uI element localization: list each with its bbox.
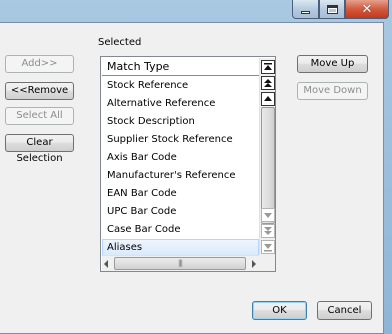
maximize-icon [326,4,338,14]
close-icon: ✕ [361,1,373,17]
list-rows: Stock Reference Alternative Reference St… [102,77,259,257]
scroll-down-button[interactable] [261,208,275,222]
arrow-bottom-icon [264,244,272,252]
list-item[interactable]: Alternative Reference [102,95,259,113]
double-arrow-up-icon [264,79,272,87]
list-item[interactable]: Case Bar Code [102,221,259,239]
title-bar: ✕ [0,0,392,22]
scroll-right-arrow-icon[interactable] [252,260,256,268]
double-arrow-down-icon [264,227,272,235]
selected-group-label: Selected [98,37,142,48]
cancel-button[interactable]: Cancel [317,301,372,320]
horizontal-scrollbar[interactable]: ||| [102,255,259,271]
add-button[interactable]: Add>> [5,55,74,73]
list-item[interactable]: Stock Description [102,113,259,131]
scroll-up-button[interactable] [261,92,275,106]
scroll-top-button[interactable] [261,60,275,74]
close-button[interactable]: ✕ [345,0,389,19]
list-item[interactable]: Manufacturer's Reference [102,167,259,185]
scroll-page-up-button[interactable] [261,76,275,90]
arrow-top-icon [264,63,272,70]
horizontal-scrollbar-thumb[interactable]: ||| [114,257,246,270]
maximize-button[interactable] [319,0,345,19]
list-header-match-type[interactable]: Match Type [102,58,259,76]
clear-selection-button[interactable]: Clear Selection [5,134,74,164]
scrollbar-thumb[interactable] [261,107,275,224]
minimize-icon [301,10,310,14]
scroll-left-arrow-icon[interactable] [104,260,108,268]
window-frame: ✕ Add>> <<Remove Select All Clear Select… [0,0,392,334]
scroll-bottom-button[interactable] [261,240,275,254]
arrow-down-icon [264,213,272,218]
move-down-button[interactable]: Move Down [297,82,368,100]
minimize-button[interactable] [292,0,319,19]
arrow-up-icon [264,96,272,101]
scrollbar-corner [259,255,275,271]
selected-list[interactable]: Match Type Stock Reference Alternative R… [100,56,276,272]
move-up-button[interactable]: Move Up [297,55,368,73]
list-item[interactable]: Stock Reference [102,77,259,95]
vertical-scrollbar[interactable] [259,58,275,255]
list-item[interactable]: Axis Bar Code [102,149,259,167]
list-item[interactable]: UPC Bar Code [102,203,259,221]
ok-button[interactable]: OK [252,301,307,320]
list-item[interactable]: EAN Bar Code [102,185,259,203]
list-item[interactable]: Supplier Stock Reference [102,131,259,149]
remove-button[interactable]: <<Remove [5,82,74,100]
select-all-button[interactable]: Select All [5,107,74,125]
scroll-page-down-button[interactable] [261,224,275,238]
dialog-client-area: Add>> <<Remove Select All Clear Selectio… [0,22,384,334]
